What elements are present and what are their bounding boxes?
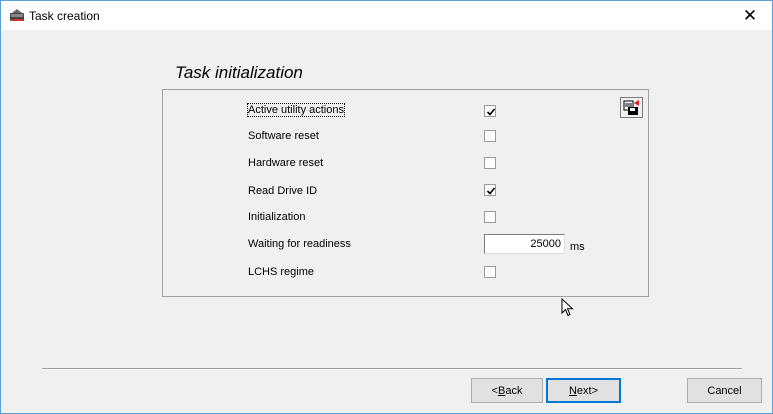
- checkmark-icon: [486, 108, 496, 116]
- task-creation-window: Task creation ✕ Task initialization Acti…: [0, 0, 773, 414]
- back-rest: ack: [505, 384, 523, 397]
- next-rest: ext>: [576, 384, 599, 397]
- label-initialization[interactable]: Initialization: [248, 211, 305, 223]
- save-settings-icon: [620, 97, 643, 118]
- label-hardware-reset[interactable]: Hardware reset: [248, 157, 323, 169]
- unit-label: ms: [570, 241, 585, 253]
- cancel-button[interactable]: Cancel: [687, 378, 762, 403]
- checkbox-initialization[interactable]: [484, 211, 496, 223]
- waiting-for-readiness-input[interactable]: 25000: [484, 234, 565, 254]
- title-bar: Task creation ✕: [1, 1, 772, 30]
- mouse-cursor-icon: [561, 297, 575, 321]
- checkbox-active-utility-actions[interactable]: [484, 105, 496, 117]
- label-lchs-regime[interactable]: LCHS regime: [248, 266, 314, 278]
- label-active-utility-actions[interactable]: Active utility actions: [247, 103, 345, 117]
- checkbox-lchs-regime[interactable]: [484, 266, 496, 278]
- save-settings-button[interactable]: [620, 97, 643, 118]
- label-software-reset[interactable]: Software reset: [248, 130, 319, 142]
- section-title: Task initialization: [175, 63, 303, 82]
- close-button[interactable]: ✕: [728, 1, 772, 30]
- checkbox-hardware-reset[interactable]: [484, 157, 496, 169]
- checkbox-read-drive-id[interactable]: [484, 184, 496, 196]
- label-read-drive-id[interactable]: Read Drive ID: [248, 185, 317, 197]
- app-icon: [9, 8, 25, 23]
- next-button[interactable]: Next>: [546, 378, 621, 403]
- footer-separator: [42, 368, 742, 370]
- back-accel: B: [497, 384, 506, 397]
- options-group: [162, 89, 649, 297]
- checkbox-software-reset[interactable]: [484, 130, 496, 142]
- window-title: Task creation: [29, 9, 100, 23]
- back-button[interactable]: < Back: [471, 378, 543, 403]
- checkmark-icon: [486, 187, 496, 195]
- label-waiting-for-readiness: Waiting for readiness: [248, 238, 351, 250]
- next-accel: N: [568, 384, 577, 397]
